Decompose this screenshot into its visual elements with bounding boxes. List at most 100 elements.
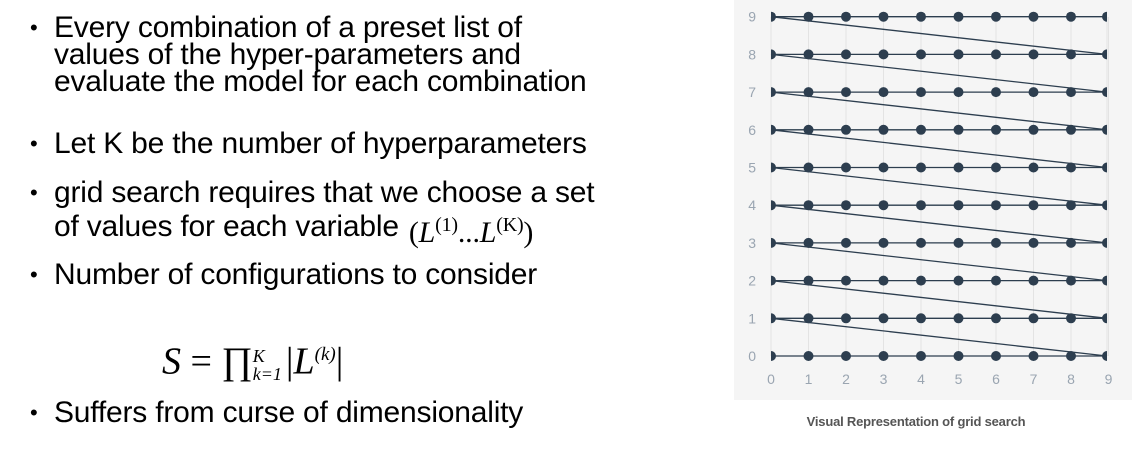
grid-point-edge-right bbox=[1102, 200, 1107, 211]
grid-point-edge-left bbox=[771, 351, 776, 361]
grid-point bbox=[878, 49, 889, 60]
grid-point bbox=[991, 237, 1001, 248]
grid-point bbox=[803, 200, 814, 211]
bullet-marker: • bbox=[30, 180, 38, 205]
grid-point bbox=[878, 200, 889, 211]
grid-search-figure: 0 1 2 3 4 5 6 7 8 9 0 1 2 3 4 5 6 7 8 9 bbox=[734, 0, 1132, 400]
x-tick-label: 4 bbox=[917, 371, 925, 387]
formula-limits: Kk=1 bbox=[253, 347, 282, 383]
x-tick-label: 5 bbox=[955, 371, 963, 387]
search-diagonal-line bbox=[770, 129, 1108, 169]
grid-point bbox=[841, 11, 851, 22]
grid-point bbox=[878, 313, 889, 324]
x-tick-label: 2 bbox=[842, 371, 850, 387]
formula-sup-k: (k) bbox=[314, 344, 336, 365]
bullet-curse: • Suffers from curse of dimensionality bbox=[30, 396, 524, 429]
bullet-marker: • bbox=[30, 262, 38, 287]
grid-point bbox=[803, 351, 814, 361]
grid-point bbox=[916, 124, 926, 135]
x-tick-label: 7 bbox=[1030, 371, 1038, 387]
grid-point-edge-right bbox=[1102, 49, 1107, 60]
grid-point bbox=[841, 275, 851, 286]
x-tick-label: 3 bbox=[880, 371, 888, 387]
grid-point bbox=[991, 313, 1001, 324]
grid-point bbox=[991, 200, 1001, 211]
grid-point-edge-left bbox=[771, 162, 776, 173]
grid-point bbox=[916, 200, 926, 211]
bullet-text: Suffers from curse of dimensionality bbox=[54, 396, 524, 429]
grid-point bbox=[991, 162, 1001, 173]
math-L: L bbox=[418, 216, 436, 249]
grid-point bbox=[803, 313, 814, 324]
formula-L: L bbox=[293, 340, 315, 383]
grid-point-edge-right bbox=[1102, 11, 1107, 22]
grid-point bbox=[1028, 275, 1039, 286]
grid-point bbox=[1028, 124, 1039, 135]
y-tick-label: 6 bbox=[748, 122, 756, 138]
formula-upper: K bbox=[252, 345, 265, 366]
grid-point-edge-right bbox=[1102, 237, 1107, 248]
grid-point bbox=[803, 49, 814, 60]
grid-point bbox=[803, 87, 814, 98]
y-tick-label: 3 bbox=[748, 235, 756, 251]
grid-point-edge-left bbox=[771, 313, 776, 324]
grid-point bbox=[878, 351, 889, 361]
search-diagonal-line bbox=[770, 166, 1108, 206]
search-diagonal-line bbox=[770, 279, 1108, 319]
grid-point bbox=[953, 275, 964, 286]
grid-point bbox=[916, 313, 926, 324]
grid-point bbox=[1066, 200, 1076, 211]
grid-point bbox=[991, 49, 1001, 60]
grid-point-edge-left bbox=[771, 237, 776, 248]
y-tick-label: 0 bbox=[748, 348, 756, 364]
bullet-text: Every combination of a preset list of va… bbox=[54, 11, 587, 98]
grid-point bbox=[803, 162, 814, 173]
grid-point bbox=[803, 11, 814, 22]
grid-point bbox=[1028, 313, 1039, 324]
grid-point-edge-left bbox=[771, 87, 776, 98]
grid-point bbox=[878, 275, 889, 286]
grid-point bbox=[1066, 313, 1076, 324]
grid-point bbox=[953, 237, 964, 248]
grid-point-edge-right bbox=[1102, 351, 1107, 361]
grid-point bbox=[916, 11, 926, 22]
grid-point bbox=[1028, 162, 1039, 173]
grid-point bbox=[916, 275, 926, 286]
grid-point bbox=[953, 87, 964, 98]
grid-point bbox=[803, 275, 814, 286]
grid-point bbox=[1066, 49, 1076, 60]
x-tick-label: 1 bbox=[805, 371, 813, 387]
search-diagonal-line bbox=[770, 204, 1108, 244]
grid-point bbox=[916, 49, 926, 60]
formula-bar-close: | bbox=[335, 340, 344, 383]
grid-point bbox=[991, 11, 1001, 22]
grid-point-edge-left bbox=[771, 124, 776, 135]
y-tick-label: 2 bbox=[748, 273, 756, 289]
formula-lower: k=1 bbox=[252, 363, 282, 384]
search-diagonal-line bbox=[770, 16, 1108, 56]
grid-point bbox=[1066, 275, 1076, 286]
search-diagonal-line bbox=[770, 91, 1108, 131]
grid-point bbox=[841, 87, 851, 98]
bullet-text: Let K be the number of hyperparameters bbox=[54, 127, 587, 160]
bullet-text: Number of configurations to consider bbox=[54, 258, 538, 291]
figure-caption: Visual Representation of grid search bbox=[806, 414, 1026, 429]
grid-point bbox=[916, 237, 926, 248]
y-tick-label: 8 bbox=[748, 46, 756, 62]
grid-point bbox=[803, 124, 814, 135]
grid-point bbox=[1066, 237, 1076, 248]
grid-point-edge-right bbox=[1102, 275, 1107, 286]
formula-equals: = bbox=[190, 340, 212, 383]
grid-point-edge-left bbox=[771, 11, 776, 22]
grid-point bbox=[841, 313, 851, 324]
grid-point bbox=[878, 162, 889, 173]
bullet-k-hyperparameters: • Let K be the number of hyperparameters bbox=[30, 127, 587, 160]
grid-search-plot: 0 1 2 3 4 5 6 7 8 9 0 1 2 3 4 5 6 7 8 9 bbox=[748, 9, 1113, 387]
grid-point-edge-right bbox=[1102, 124, 1107, 135]
grid-point bbox=[841, 49, 851, 60]
grid-point-edge-left bbox=[771, 275, 776, 286]
y-tick-label: 7 bbox=[748, 84, 756, 100]
y-tick-label: 4 bbox=[748, 197, 756, 213]
x-tick-label: 9 bbox=[1105, 371, 1113, 387]
grid-point bbox=[953, 11, 964, 22]
